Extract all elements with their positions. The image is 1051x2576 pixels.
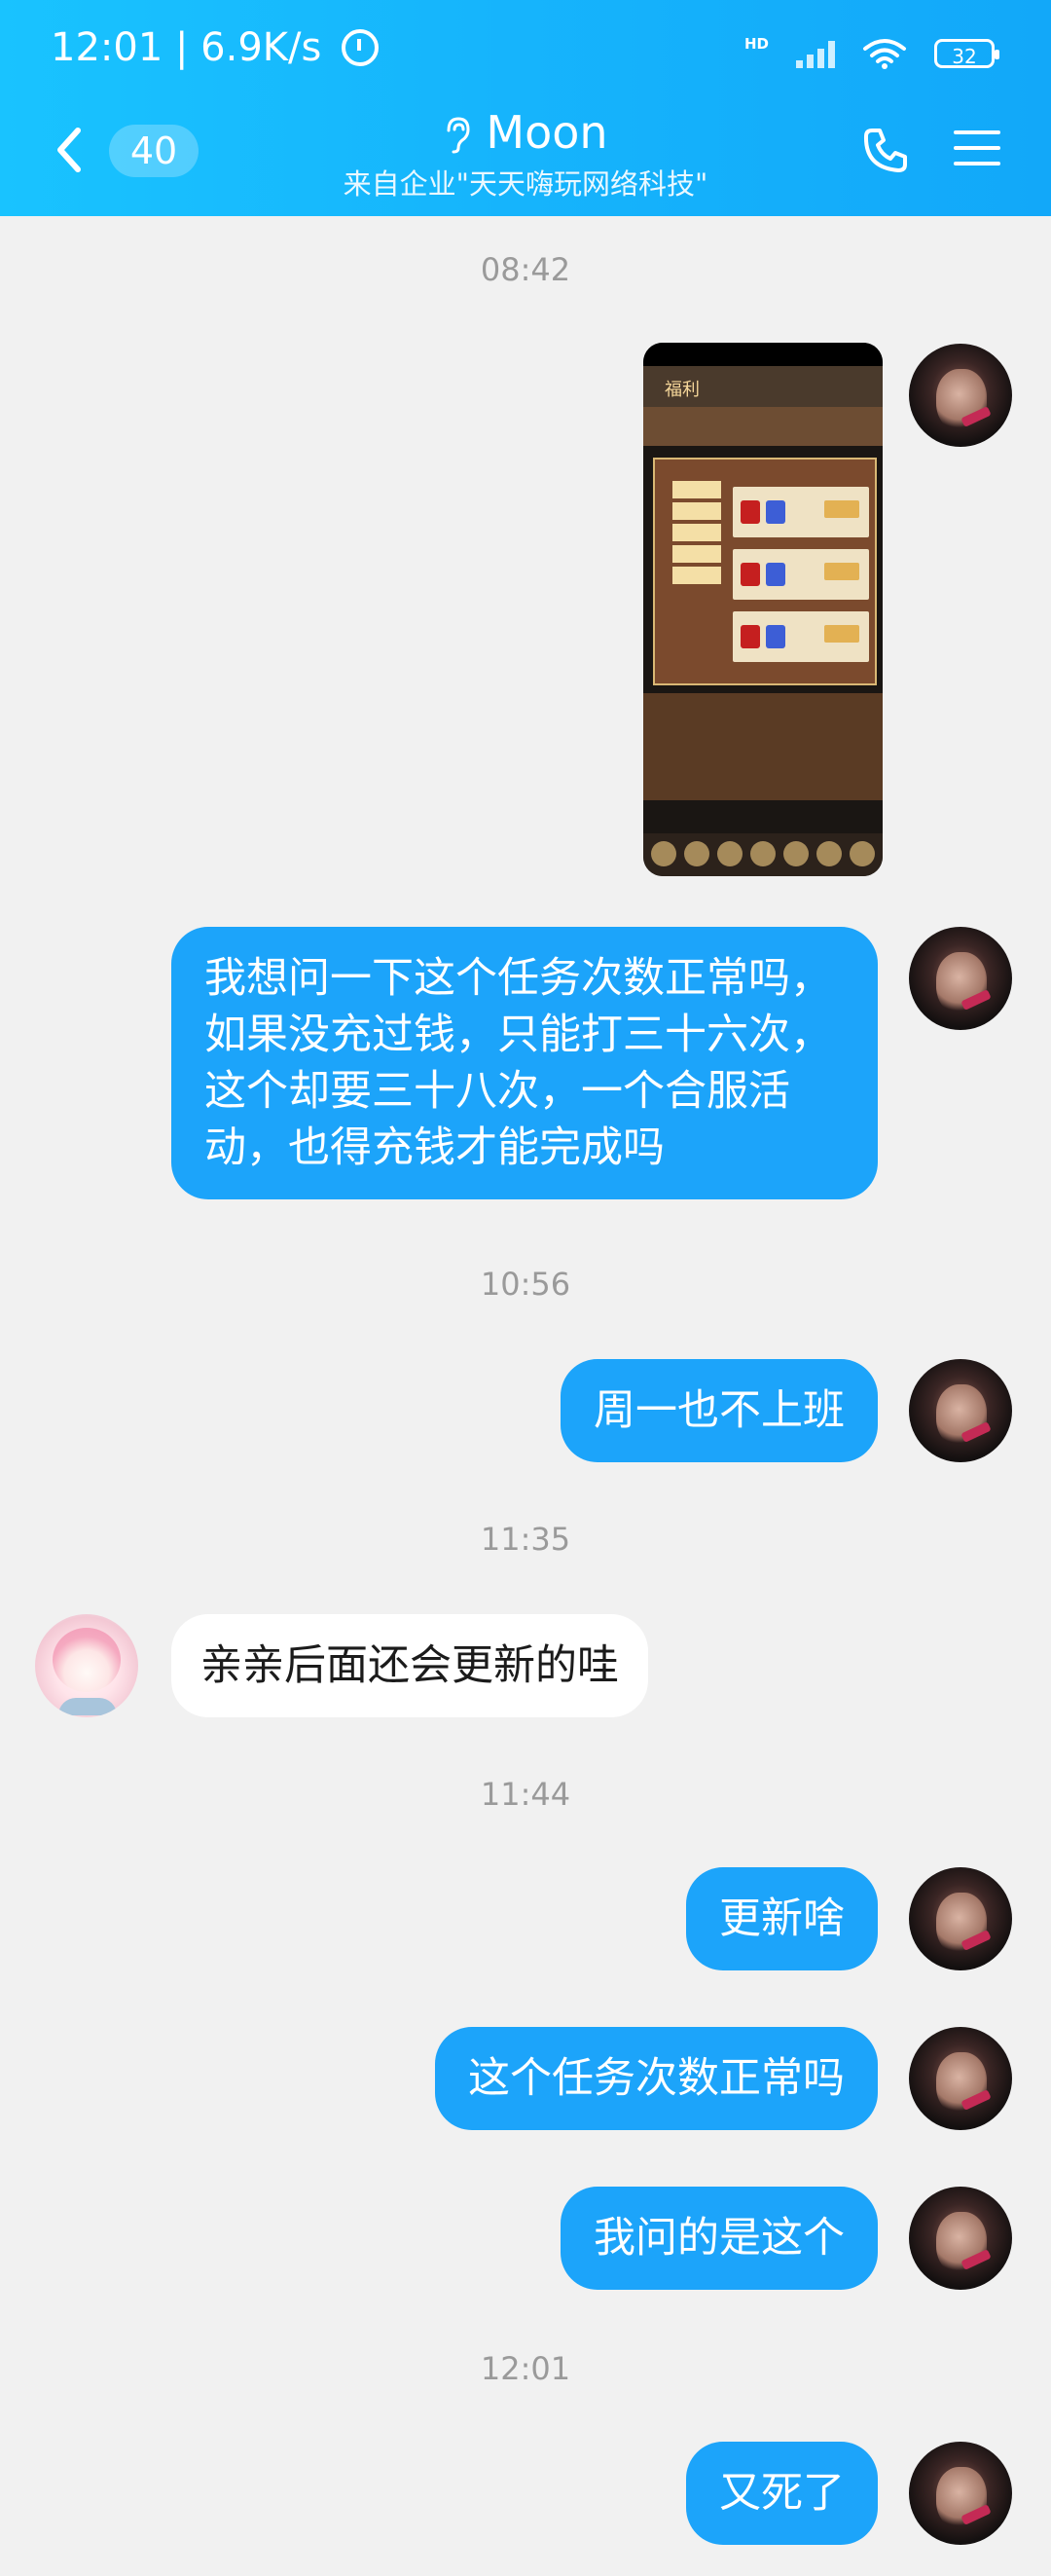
ear-icon — [447, 117, 470, 154]
message-bubble-mine[interactable]: 我问的是这个 — [561, 2187, 878, 2290]
image-game-header: 福利 — [643, 366, 883, 407]
phone-call-icon[interactable] — [860, 125, 911, 175]
network-type: HD — [743, 35, 769, 53]
timestamp: 08:42 — [480, 251, 571, 288]
battery-icon: 32 — [934, 39, 999, 68]
message-bubble-mine[interactable]: 更新啥 — [686, 1867, 878, 1970]
status-text: 12:01 | 6.9K/s — [51, 25, 322, 70]
image-task-row — [733, 611, 869, 662]
message-bubble-mine[interactable]: 这个任务次数正常吗 — [435, 2027, 878, 2130]
image-status-strip — [643, 343, 883, 366]
status-time-speed: 12:01 | 6.9K/s — [51, 25, 380, 70]
contact-name: Moon — [486, 106, 608, 159]
image-task-row — [733, 549, 869, 600]
image-message[interactable]: 福利 — [643, 343, 883, 876]
timestamp: 11:44 — [480, 1776, 571, 1813]
wifi-icon — [863, 39, 906, 69]
image-day-item — [672, 567, 721, 584]
my-avatar[interactable] — [909, 1867, 1012, 1970]
menu-icon[interactable] — [952, 125, 1002, 171]
my-avatar[interactable] — [909, 344, 1012, 447]
image-game-panel — [653, 458, 877, 685]
alarm-icon — [342, 29, 380, 66]
signal-icon — [796, 39, 835, 68]
timestamp: 10:56 — [480, 1266, 571, 1303]
image-day-item — [672, 502, 721, 520]
timestamp: 11:35 — [480, 1521, 571, 1558]
message-bubble-mine[interactable]: 周一也不上班 — [561, 1359, 878, 1462]
contact-avatar[interactable] — [35, 1614, 138, 1717]
my-avatar[interactable] — [909, 2027, 1012, 2130]
image-day-item — [672, 545, 721, 563]
image-task-row — [733, 487, 869, 537]
image-game-tabs — [643, 407, 883, 446]
my-avatar[interactable] — [909, 2442, 1012, 2545]
chat-header: 12:01 | 6.9K/s HD 32 40 Moon 来自企业"天天嗨玩网络… — [0, 0, 1051, 216]
image-day-item — [672, 481, 721, 498]
timestamp: 12:01 — [480, 2350, 571, 2387]
message-bubble-theirs[interactable]: 亲亲后面还会更新的哇 — [171, 1614, 648, 1717]
image-day-item — [672, 524, 721, 541]
image-label: 福利 — [665, 380, 700, 400]
message-bubble-mine[interactable]: 我想问一下这个任务次数正常吗，如果没充过钱，只能打三十六次，这个却要三十八次，一… — [171, 927, 878, 1199]
my-avatar[interactable] — [909, 927, 1012, 1030]
message-bubble-mine[interactable]: 又死了 — [686, 2442, 878, 2545]
image-game-rewards — [643, 693, 883, 800]
image-game-icons — [643, 833, 883, 876]
status-icons: HD 32 — [743, 35, 999, 70]
my-avatar[interactable] — [909, 2187, 1012, 2290]
my-avatar[interactable] — [909, 1359, 1012, 1462]
